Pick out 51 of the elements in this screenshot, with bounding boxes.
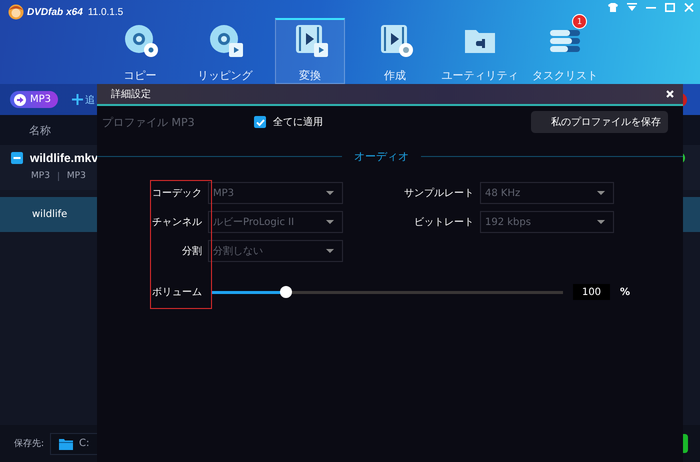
field-label: ボリューム xyxy=(151,286,202,299)
nav-tab[interactable]: コピー xyxy=(105,18,175,84)
field-label: サンプルレート xyxy=(403,186,474,200)
collapse-icon xyxy=(11,152,23,164)
checkbox-label: 全てに適用 xyxy=(273,116,323,129)
slider-thumb[interactable] xyxy=(280,286,292,298)
arrow-icon xyxy=(14,94,26,106)
file-name: wildlife.mkv xyxy=(30,151,98,165)
add-label[interactable]: 追 xyxy=(85,92,96,106)
dropdown[interactable]: 192 kbps xyxy=(480,211,614,233)
folder-icon xyxy=(59,438,74,450)
app-version: 11.0.1.5 xyxy=(88,6,124,18)
maximize-icon xyxy=(665,3,675,12)
shirt-icon xyxy=(608,3,618,12)
nav-tab[interactable]: 作成 xyxy=(360,18,430,84)
dropdown[interactable]: 48 KHz xyxy=(480,182,614,204)
dropdown[interactable]: ルビーProLogic II xyxy=(208,211,343,233)
dropdown-icon xyxy=(627,3,637,12)
field-label: チャンネル xyxy=(151,216,202,229)
nav-tab[interactable]: 変換 xyxy=(275,18,345,84)
close-icon xyxy=(666,90,674,98)
profile-button[interactable]: MP3 xyxy=(10,91,58,108)
field-label: ビットレート xyxy=(413,216,474,229)
column-header: 名称 xyxy=(29,122,51,138)
dropdown[interactable]: 分割しない xyxy=(208,240,343,262)
field-label: 分割 xyxy=(181,244,202,258)
format-label: MP3 xyxy=(31,171,50,181)
volume-field[interactable]: 100 xyxy=(573,284,610,300)
dropdown[interactable]: MP3 xyxy=(208,182,343,204)
app-logo: DVDfab xyxy=(27,6,64,18)
logo-icon xyxy=(8,4,24,20)
save-label: 保存先: xyxy=(14,438,44,450)
caret-icon xyxy=(326,249,334,253)
profile-label: プロファイル MP3 xyxy=(102,114,196,130)
checkbox[interactable] xyxy=(254,116,266,128)
dialog-title: 詳細設定 xyxy=(111,88,152,101)
plus-icon xyxy=(72,94,84,105)
unit-label: % xyxy=(620,286,630,298)
close-icon xyxy=(684,3,694,12)
disc-icon xyxy=(207,22,243,58)
save-profile-dropdown[interactable]: 私のプロファイルを保存 xyxy=(531,111,668,133)
format-label: MP3 xyxy=(66,171,86,181)
app-arch: x64 xyxy=(66,6,83,18)
disc-icon xyxy=(122,22,158,58)
caret-icon xyxy=(326,220,334,224)
close-button[interactable] xyxy=(665,89,675,99)
nav-tab[interactable]: リッピング xyxy=(190,18,260,84)
section-title: オーディオ xyxy=(354,149,409,164)
caret-icon xyxy=(597,220,605,224)
count-badge: 1 xyxy=(572,14,587,29)
field-label: コーデック xyxy=(151,187,202,200)
